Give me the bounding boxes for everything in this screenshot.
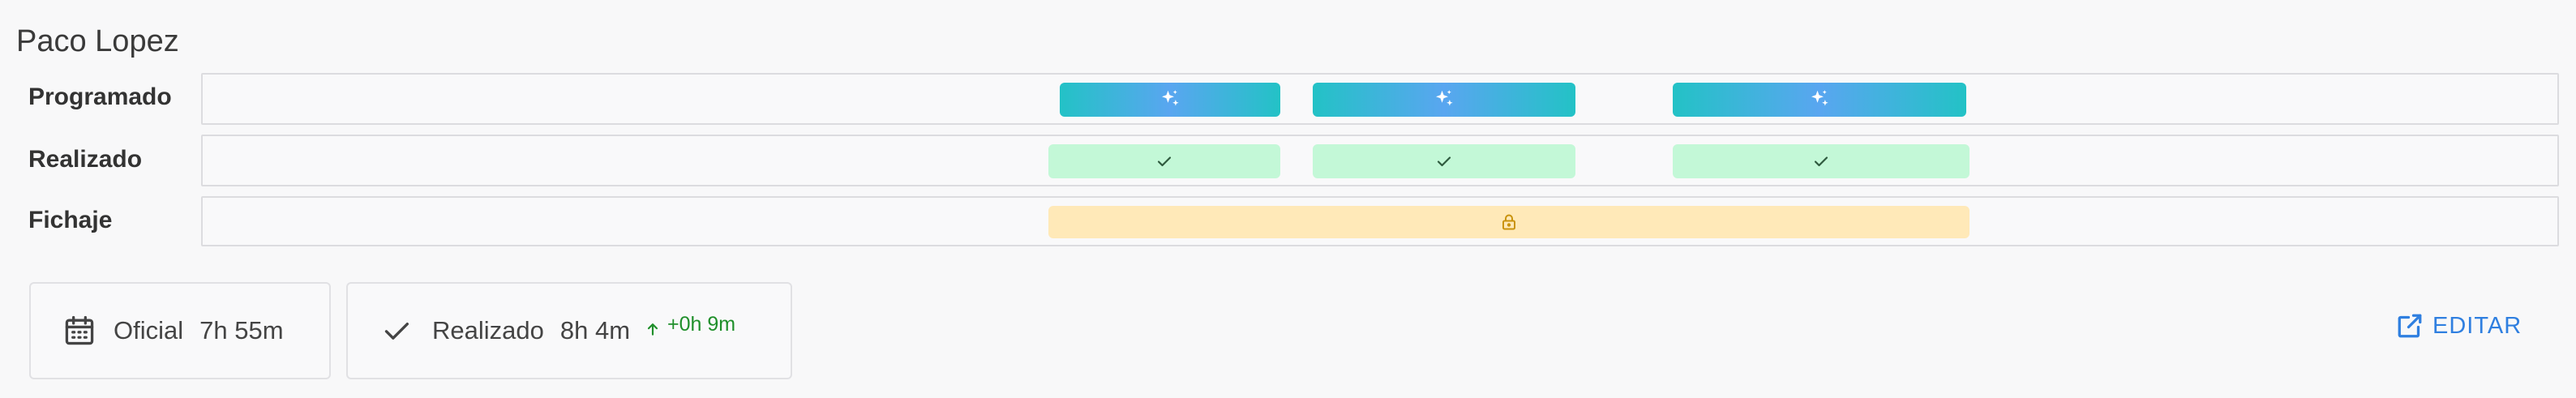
external-edit-icon (2398, 314, 2422, 338)
done-label: Realizado (432, 316, 544, 345)
calendar-icon (65, 315, 94, 345)
sparkles-icon (1436, 90, 1453, 106)
edit-button[interactable]: EDITAR (2395, 311, 2522, 340)
official-value: 7h 55m (199, 316, 284, 345)
sparkles-icon (1162, 90, 1179, 106)
realizado-shift-1[interactable] (1048, 144, 1280, 178)
check-icon (384, 323, 409, 340)
check-icon (1814, 156, 1828, 167)
edit-button-label: EDITAR (2432, 312, 2522, 339)
track-programado (201, 73, 2559, 125)
arrow-up-icon (647, 323, 658, 336)
done-value: 8h 4m (559, 316, 631, 345)
programado-shift-3[interactable] (1673, 83, 1966, 117)
realizado-shift-3[interactable] (1673, 144, 1970, 178)
programado-shift-1[interactable] (1060, 83, 1280, 117)
done-delta-value: +0h 9m (667, 312, 736, 336)
done-hours-card: Realizado 8h 4m +0h 9m (346, 282, 792, 379)
done-delta: +0h 9m (645, 311, 735, 337)
programado-shift-2[interactable] (1313, 83, 1575, 117)
row-label-fichaje: Fichaje (28, 207, 113, 233)
row-label-realizado: Realizado (28, 146, 143, 173)
check-icon (1437, 156, 1451, 167)
official-hours-card: Oficial 7h 55m (29, 282, 331, 379)
fichaje-block[interactable] (1048, 206, 1970, 238)
track-realizado (201, 135, 2559, 186)
employee-name: Paco Lopez (16, 24, 179, 58)
check-icon (1157, 156, 1172, 167)
lock-icon (1502, 214, 1515, 230)
row-label-programado: Programado (28, 83, 172, 110)
track-fichaje (201, 196, 2559, 246)
official-label: Oficial (114, 316, 184, 345)
sparkles-icon (1811, 90, 1828, 106)
realizado-shift-2[interactable] (1313, 144, 1575, 178)
